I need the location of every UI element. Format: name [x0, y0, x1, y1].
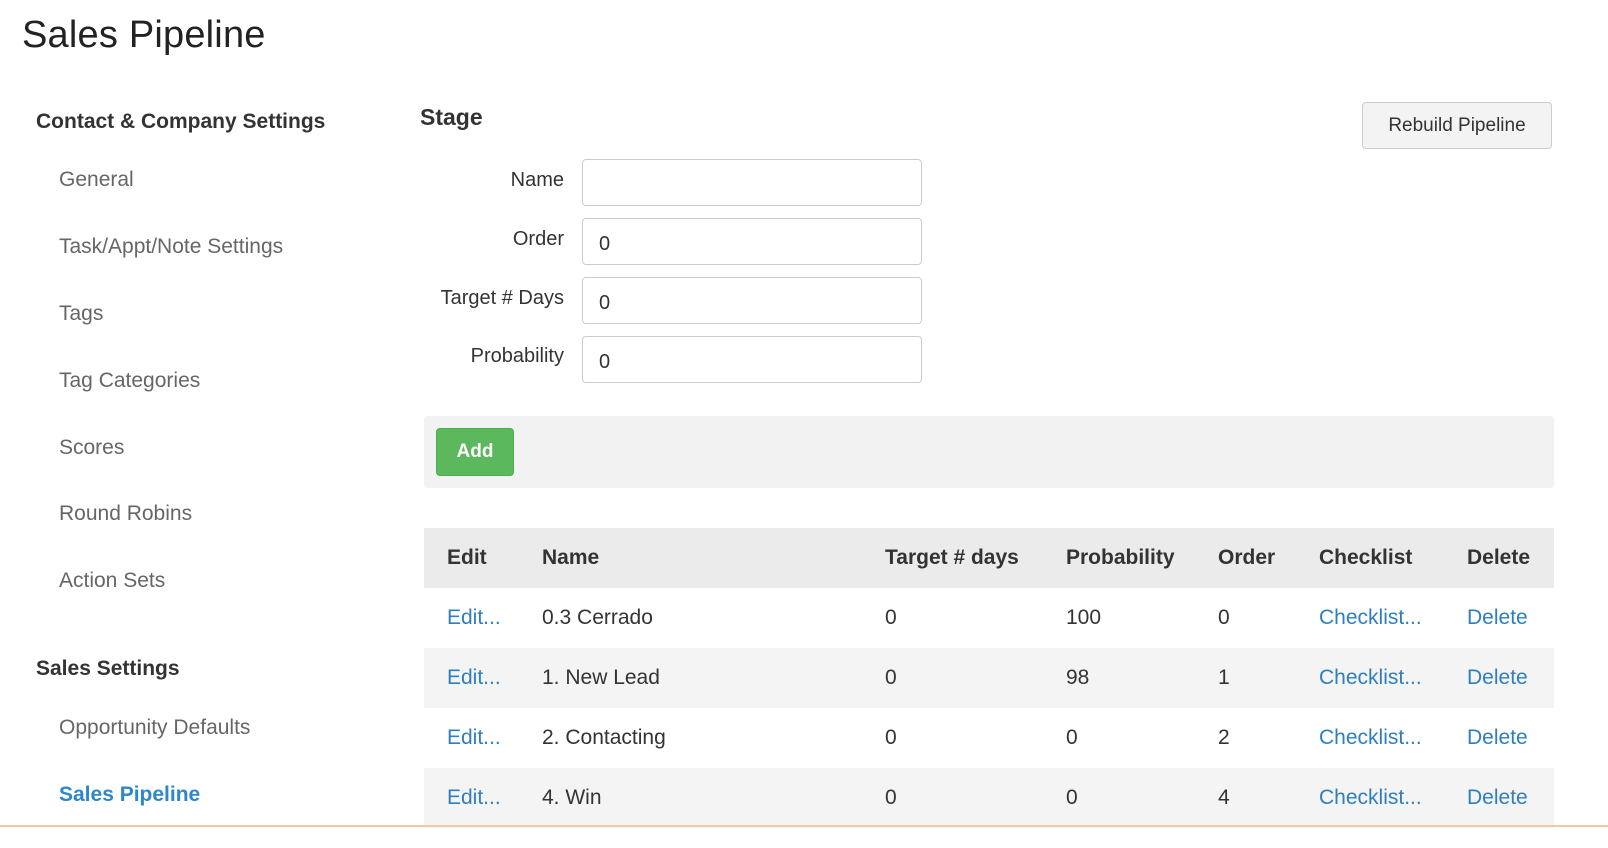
delete-link[interactable]: Delete [1467, 726, 1528, 749]
sidebar-item-round-robins[interactable]: Round Robins [59, 502, 192, 526]
sidebar-item-sales-pipeline[interactable]: Sales Pipeline [59, 783, 200, 807]
order-label: Order [512, 228, 564, 250]
sidebar-heading-sales-settings: Sales Settings [36, 657, 180, 680]
column-header-order: Order [1218, 528, 1319, 588]
rebuild-pipeline-button[interactable]: Rebuild Pipeline [1362, 102, 1552, 149]
target-days-cell: 0 [885, 588, 1066, 648]
checklist-link[interactable]: Checklist... [1319, 726, 1422, 749]
probability-cell: 100 [1066, 588, 1218, 648]
sidebar-item-opportunity-defaults[interactable]: Opportunity Defaults [59, 716, 250, 740]
page-title: Sales Pipeline [22, 14, 266, 56]
target-days-input[interactable] [582, 277, 922, 324]
order-cell: 1 [1218, 648, 1319, 708]
stage-name-cell: 2. Contacting [542, 708, 885, 768]
stage-name-cell: 4. Win [542, 768, 885, 828]
edit-link[interactable]: Edit... [447, 606, 501, 629]
delete-link[interactable]: Delete [1467, 606, 1528, 629]
name-input[interactable] [582, 159, 922, 206]
probability-cell: 0 [1066, 768, 1218, 828]
table-row: Edit... 1. New Lead 0 98 1 Checklist... … [424, 648, 1554, 708]
name-label: Name [510, 169, 564, 191]
probability-cell: 98 [1066, 648, 1218, 708]
checklist-link[interactable]: Checklist... [1319, 786, 1422, 809]
stage-name-cell: 1. New Lead [542, 648, 885, 708]
checklist-link[interactable]: Checklist... [1319, 666, 1422, 689]
column-header-edit: Edit [424, 528, 542, 588]
probability-cell: 0 [1066, 708, 1218, 768]
edit-link[interactable]: Edit... [447, 786, 501, 809]
delete-link[interactable]: Delete [1467, 786, 1528, 809]
sidebar-item-task-appt-note-settings[interactable]: Task/Appt/Note Settings [59, 235, 283, 259]
column-header-delete: Delete [1467, 528, 1554, 588]
table-row: Edit... 2. Contacting 0 0 2 Checklist...… [424, 708, 1554, 768]
target-days-label: Target # Days [440, 287, 564, 309]
sidebar-heading-contact-company: Contact & Company Settings [36, 110, 326, 133]
sidebar-item-general[interactable]: General [59, 168, 134, 192]
delete-link[interactable]: Delete [1467, 666, 1528, 689]
order-cell: 4 [1218, 768, 1319, 828]
edit-link[interactable]: Edit... [447, 666, 501, 689]
sidebar-item-scores[interactable]: Scores [59, 436, 124, 460]
stages-table: Edit Name Target # days Probability Orde… [424, 528, 1554, 828]
order-cell: 2 [1218, 708, 1319, 768]
sidebar-item-action-sets[interactable]: Action Sets [59, 569, 165, 593]
table-row: Edit... 0.3 Cerrado 0 100 0 Checklist...… [424, 588, 1554, 648]
add-action-bar: Add [424, 416, 1554, 488]
stage-name-cell: 0.3 Cerrado [542, 588, 885, 648]
stage-form-heading: Stage [420, 104, 483, 130]
add-stage-button[interactable]: Add [436, 428, 514, 476]
checklist-link[interactable]: Checklist... [1319, 606, 1422, 629]
table-header-row: Edit Name Target # days Probability Orde… [424, 528, 1554, 588]
order-cell: 0 [1218, 588, 1319, 648]
table-row: Edit... 4. Win 0 0 4 Checklist... Delete [424, 768, 1554, 828]
column-header-name: Name [542, 528, 885, 588]
edit-link[interactable]: Edit... [447, 726, 501, 749]
bottom-divider [0, 825, 1608, 827]
target-days-cell: 0 [885, 768, 1066, 828]
column-header-target-days: Target # days [885, 528, 1066, 588]
target-days-cell: 0 [885, 648, 1066, 708]
probability-input[interactable] [582, 336, 922, 383]
probability-label: Probability [470, 345, 564, 367]
column-header-probability: Probability [1066, 528, 1218, 588]
order-input[interactable] [582, 218, 922, 265]
column-header-checklist: Checklist [1319, 528, 1467, 588]
sidebar-item-tag-categories[interactable]: Tag Categories [59, 369, 200, 393]
target-days-cell: 0 [885, 708, 1066, 768]
sidebar-item-tags[interactable]: Tags [59, 302, 103, 326]
